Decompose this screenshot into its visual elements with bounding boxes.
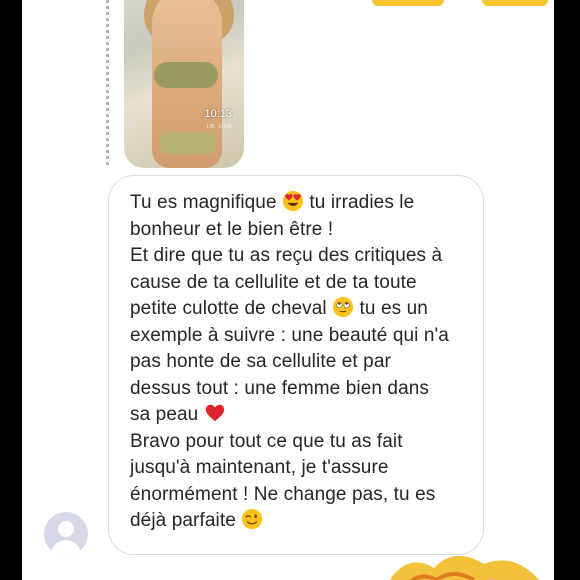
story-caption: LIN LOVE xyxy=(206,124,232,130)
message-paragraph: Bravo pour tout ce que tu as fait jusqu'… xyxy=(130,430,436,532)
heart-eyes-emoji-icon xyxy=(282,190,304,212)
eye-roll-emoji-icon xyxy=(333,296,354,318)
story-reply-line xyxy=(106,0,109,165)
sticker-top-left xyxy=(372,0,444,6)
sticker-top-right xyxy=(482,0,548,6)
chat-screen: 10:13 LIN LOVE Tu es magnifique tu irrad… xyxy=(22,0,554,580)
sender-avatar[interactable] xyxy=(44,512,88,556)
story-thumbnail[interactable]: 10:13 LIN LOVE xyxy=(124,0,244,168)
story-timestamp: 10:13 xyxy=(204,108,232,120)
red-heart-emoji-icon xyxy=(205,404,224,422)
message-text: Tu es magnifique tu irradies le bonheur … xyxy=(130,190,465,535)
message-paragraph: Tu es magnifique tu irradies le bonheur … xyxy=(130,190,415,240)
sticker-bottom xyxy=(389,556,539,580)
wink-emoji-icon xyxy=(242,508,263,530)
message-paragraph: Et dire que tu as reçu des critiques à c… xyxy=(130,245,449,425)
message-bubble[interactable]: Tu es magnifique tu irradies le bonheur … xyxy=(108,175,484,555)
